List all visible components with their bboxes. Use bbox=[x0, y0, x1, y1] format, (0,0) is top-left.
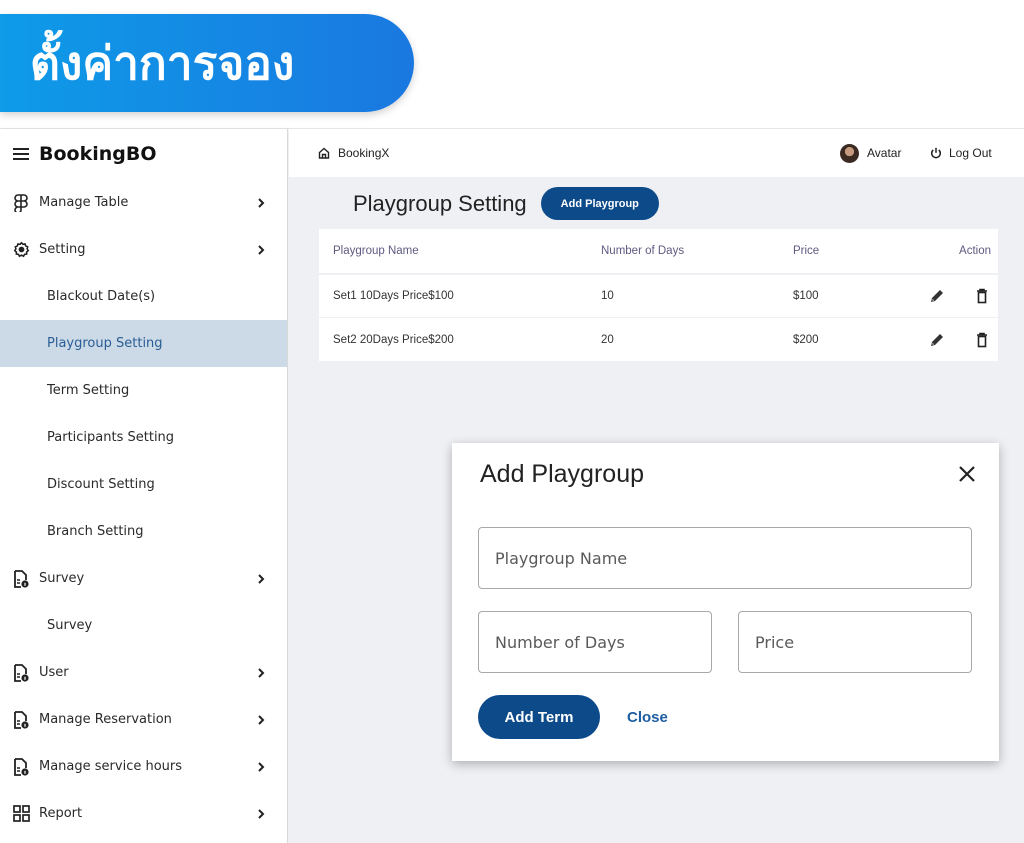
cell-days: 20 bbox=[601, 333, 614, 346]
banner-title: ตั้งค่าการจอง bbox=[30, 36, 295, 90]
sidebar-item-manage-service-hours[interactable]: Manage service hours bbox=[0, 743, 287, 790]
cell-days: 10 bbox=[601, 290, 614, 302]
sidebar: BookingBO Manage Table Setting Blackout … bbox=[0, 129, 288, 843]
chevron-right-icon bbox=[258, 761, 265, 772]
document-info-icon bbox=[12, 569, 30, 588]
chevron-right-icon bbox=[258, 244, 265, 255]
chevron-right-icon bbox=[258, 808, 265, 819]
top-bar: BookingX Avatar Log Out bbox=[289, 129, 1024, 177]
document-info-icon bbox=[12, 663, 30, 682]
sidebar-item-setting[interactable]: Setting bbox=[0, 226, 287, 273]
main-content: BookingX Avatar Log Out Playgroup Settin… bbox=[289, 129, 1024, 843]
sidebar-item-playgroup-setting[interactable]: Playgroup Setting bbox=[0, 320, 287, 367]
home-icon bbox=[318, 147, 330, 159]
sidebar-item-manage-table[interactable]: Manage Table bbox=[0, 179, 287, 226]
figma-icon bbox=[12, 193, 30, 212]
playgroup-table: Playgroup Name Number of Days Price Acti… bbox=[319, 229, 998, 361]
document-info-icon bbox=[12, 710, 30, 729]
page-header: Playgroup Setting Add Playgroup bbox=[353, 187, 659, 220]
brand-name: BookingBO bbox=[39, 143, 157, 165]
cell-price: $200 bbox=[793, 333, 819, 346]
close-button[interactable]: Close bbox=[627, 695, 668, 739]
add-playgroup-button[interactable]: Add Playgroup bbox=[540, 187, 659, 220]
column-header-name[interactable]: Playgroup Name bbox=[333, 245, 419, 257]
table-row: Set1 10Days Price$100 10 $100 bbox=[319, 275, 998, 318]
chevron-right-icon bbox=[258, 714, 265, 725]
cell-price: $100 bbox=[793, 290, 819, 302]
user-menu[interactable]: Avatar bbox=[840, 143, 902, 163]
sidebar-item-label: Manage service hours bbox=[39, 759, 183, 774]
grid-icon bbox=[12, 805, 30, 823]
playgroup-name-input[interactable] bbox=[478, 527, 972, 589]
sidebar-item-discount-setting[interactable]: Discount Setting bbox=[0, 461, 287, 508]
sidebar-item-label: Participants Setting bbox=[47, 430, 175, 445]
page-title: Playgroup Setting bbox=[353, 190, 527, 216]
title-banner: ตั้งค่าการจอง bbox=[0, 14, 414, 112]
sidebar-item-label: Playgroup Setting bbox=[47, 336, 163, 351]
trash-icon[interactable] bbox=[976, 288, 988, 304]
dialog-title: Add Playgroup bbox=[480, 460, 645, 488]
sidebar-item-blackout-dates[interactable]: Blackout Date(s) bbox=[0, 273, 287, 320]
sidebar-item-label: Report bbox=[39, 806, 83, 821]
table-header: Playgroup Name Number of Days Price Acti… bbox=[319, 229, 998, 275]
chevron-right-icon bbox=[258, 197, 265, 208]
sidebar-item-participants-setting[interactable]: Participants Setting bbox=[0, 414, 287, 461]
price-input[interactable] bbox=[738, 611, 972, 673]
sidebar-item-label: Term Setting bbox=[47, 383, 130, 398]
number-of-days-input[interactable] bbox=[478, 611, 712, 673]
add-term-button[interactable]: Add Term bbox=[478, 695, 600, 739]
sidebar-item-label: Manage Reservation bbox=[39, 712, 172, 727]
add-playgroup-dialog: Add Playgroup Add Term Close bbox=[452, 443, 999, 761]
sidebar-item-term-setting[interactable]: Term Setting bbox=[0, 367, 287, 414]
close-icon[interactable] bbox=[958, 465, 976, 483]
chevron-right-icon bbox=[258, 573, 265, 584]
user-name: Avatar bbox=[867, 146, 902, 160]
logout-label: Log Out bbox=[949, 146, 992, 160]
sidebar-item-survey-sub[interactable]: Survey bbox=[0, 602, 287, 649]
column-header-days[interactable]: Number of Days bbox=[601, 245, 684, 257]
sidebar-item-label: Blackout Date(s) bbox=[47, 289, 156, 304]
avatar bbox=[840, 143, 859, 163]
table-row: Set2 20Days Price$200 20 $200 bbox=[319, 318, 998, 361]
column-header-action: Action bbox=[959, 245, 991, 257]
sidebar-item-label: Manage Table bbox=[39, 195, 129, 210]
trash-icon[interactable] bbox=[976, 332, 988, 348]
logout-button[interactable]: Log Out bbox=[930, 146, 992, 160]
sidebar-item-label: Setting bbox=[39, 242, 86, 257]
gear-icon bbox=[12, 241, 30, 259]
column-header-price[interactable]: Price bbox=[793, 245, 819, 257]
app-window: BookingBO Manage Table Setting Blackout … bbox=[0, 128, 1024, 843]
sidebar-item-label: Survey bbox=[47, 618, 93, 633]
sidebar-item-survey[interactable]: Survey bbox=[0, 555, 287, 602]
sidebar-item-branch-setting[interactable]: Branch Setting bbox=[0, 508, 287, 555]
sidebar-item-label: Branch Setting bbox=[47, 524, 144, 539]
cell-name: Set1 10Days Price$100 bbox=[333, 290, 454, 302]
sidebar-item-label: Discount Setting bbox=[47, 477, 155, 492]
cell-name: Set2 20Days Price$200 bbox=[333, 333, 454, 346]
breadcrumb-label: BookingX bbox=[338, 146, 390, 160]
sidebar-brand: BookingBO bbox=[0, 129, 287, 179]
sidebar-item-label: User bbox=[39, 665, 69, 680]
breadcrumb[interactable]: BookingX bbox=[318, 146, 389, 160]
sidebar-item-report[interactable]: Report bbox=[0, 790, 287, 837]
document-info-icon bbox=[12, 757, 30, 776]
edit-pencil-icon[interactable] bbox=[929, 332, 945, 348]
sidebar-item-manage-reservation[interactable]: Manage Reservation bbox=[0, 696, 287, 743]
power-icon bbox=[930, 147, 942, 159]
sidebar-item-user[interactable]: User bbox=[0, 649, 287, 696]
chevron-right-icon bbox=[258, 667, 265, 678]
sidebar-item-label: Survey bbox=[39, 571, 85, 586]
hamburger-menu-icon[interactable] bbox=[13, 148, 29, 160]
edit-pencil-icon[interactable] bbox=[929, 288, 945, 304]
